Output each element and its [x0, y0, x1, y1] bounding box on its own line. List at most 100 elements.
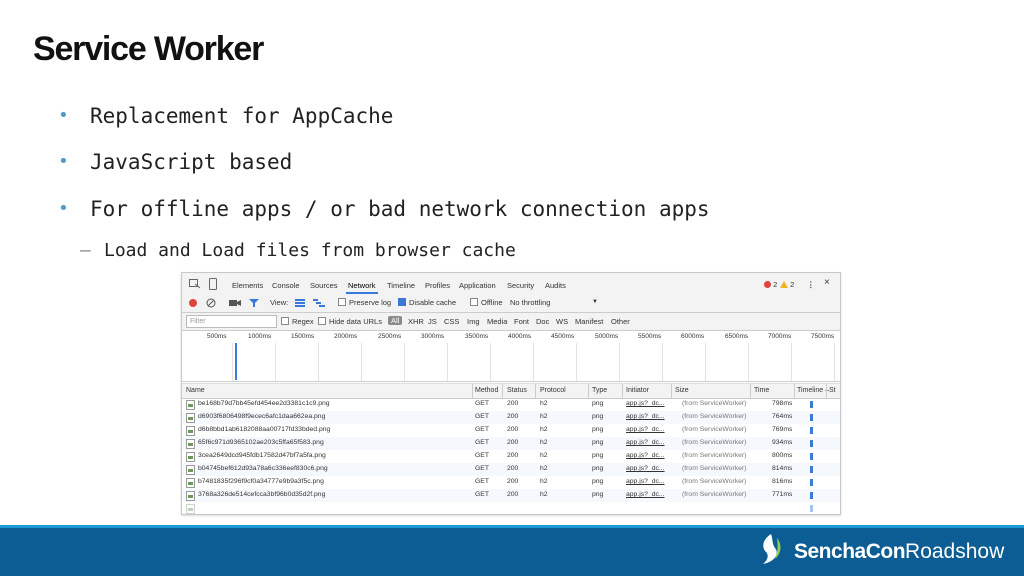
large-rows-icon[interactable]: [295, 299, 305, 307]
column-initiator[interactable]: Initiator: [626, 387, 649, 394]
tick-label: 7000ms: [768, 333, 792, 340]
table-row[interactable]: 65f6c971d9365102ae203c5ffa65f583.png GET…: [182, 437, 840, 450]
filter-type-ws[interactable]: WS: [556, 317, 568, 326]
filter-type-img[interactable]: Img: [467, 317, 480, 326]
column-protocol[interactable]: Protocol: [540, 387, 566, 394]
clear-icon[interactable]: [206, 298, 216, 308]
column-divider: [794, 384, 795, 398]
tab-network[interactable]: Network: [346, 281, 378, 294]
filter-type-doc[interactable]: Doc: [536, 317, 549, 326]
filter-type-js[interactable]: JS: [428, 317, 437, 326]
cell-time: 934ms: [772, 439, 793, 446]
tick-label: 3000ms: [421, 333, 445, 340]
tab-application[interactable]: Application: [459, 281, 496, 290]
column-type[interactable]: Type: [592, 387, 607, 394]
warning-count[interactable]: 2: [780, 280, 794, 289]
close-icon[interactable]: ×: [824, 277, 830, 288]
table-row[interactable]: b7481835f296f9cf0a34777e9b9a3f5c.png GET…: [182, 476, 840, 489]
device-icon[interactable]: [209, 278, 217, 290]
tab-security[interactable]: Security: [507, 281, 534, 290]
cell-time: 771ms: [772, 491, 793, 498]
column-status[interactable]: Status: [507, 387, 527, 394]
more-icon[interactable]: ⋮: [807, 280, 815, 289]
grid-line: [318, 343, 319, 381]
table-row[interactable]: d6903f6806498f9ecec6afc1daa662ea.png GET…: [182, 411, 840, 424]
disable-cache-checkbox[interactable]: Disable cache: [398, 298, 456, 307]
filter-type-other[interactable]: Other: [611, 317, 630, 326]
table-row[interactable]: d6b8bbd1ab6182088aa00717fd33bded.png GET…: [182, 424, 840, 437]
tab-profiles[interactable]: Profiles: [425, 281, 450, 290]
tab-audits[interactable]: Audits: [545, 281, 566, 290]
cell-initiator[interactable]: app.js?_dc...: [626, 439, 665, 446]
tab-console[interactable]: Console: [272, 281, 300, 290]
tab-timeline[interactable]: Timeline: [387, 281, 415, 290]
inspect-icon[interactable]: [189, 279, 201, 289]
grid-line: [361, 343, 362, 381]
offline-checkbox[interactable]: Offline: [470, 298, 503, 307]
cell-initiator[interactable]: app.js?_dc...: [626, 426, 665, 433]
bullet-text: JavaScript based: [90, 150, 293, 174]
cell-type: png: [592, 491, 604, 498]
timeline-overview[interactable]: 500ms 1000ms 1500ms 2000ms 2500ms 3000ms…: [182, 331, 840, 382]
filter-type-xhr[interactable]: XHR: [408, 317, 424, 326]
cell-size: (from ServiceWorker): [682, 478, 747, 485]
filter-type-all[interactable]: All: [388, 316, 403, 325]
cell-initiator[interactable]: app.js?_dc...: [626, 413, 665, 420]
throttling-select[interactable]: No throttling: [510, 298, 550, 307]
sub-bullet-text: Load and Load files from browser cache: [104, 240, 516, 261]
waterfall-icon[interactable]: [313, 299, 325, 307]
table-row[interactable]: 3cea2649dcd945fdb17582d47bf7a5fa.png GET…: [182, 450, 840, 463]
cell-type: png: [592, 478, 604, 485]
cell-time: 816ms: [772, 478, 793, 485]
grid-line: [576, 343, 577, 381]
filter-input[interactable]: Filter: [186, 315, 277, 328]
tab-sources[interactable]: Sources: [310, 281, 338, 290]
chevron-down-icon[interactable]: ▼: [592, 299, 598, 305]
file-image-icon: [186, 452, 195, 462]
cell-status: 200: [507, 439, 519, 446]
cell-time: 814ms: [772, 465, 793, 472]
camera-icon[interactable]: [229, 299, 241, 307]
grid-line: [533, 343, 534, 381]
cell-size: (from ServiceWorker): [682, 413, 747, 420]
sencha-logo: [763, 534, 781, 564]
cell-time: 769ms: [772, 426, 793, 433]
column-st[interactable]: St: [829, 387, 836, 394]
preserve-log-checkbox[interactable]: Preserve log: [338, 298, 391, 307]
filter-type-media[interactable]: Media: [487, 317, 507, 326]
bullet-text: For offline apps / or bad network connec…: [90, 197, 710, 221]
warning-icon: [780, 281, 788, 288]
filter-icon[interactable]: [249, 298, 259, 308]
filter-type-css[interactable]: CSS: [444, 317, 459, 326]
error-count[interactable]: 2: [764, 280, 777, 289]
table-row[interactable]: 3768a326de514cefcca3bf96b0d35d2f.png GET…: [182, 489, 840, 502]
cell-name: b7481835f296f9cf0a34777e9b9a3f5c.png: [198, 478, 324, 485]
hide-data-urls-checkbox[interactable]: Hide data URLs: [318, 317, 382, 326]
record-icon[interactable]: [189, 299, 197, 307]
column-name[interactable]: Name: [186, 387, 205, 394]
table-row[interactable]: be168b79d7bb45efd454ee2d3381c1c9.png GET…: [182, 398, 840, 411]
column-time[interactable]: Time: [754, 387, 769, 394]
column-size[interactable]: Size: [675, 387, 689, 394]
cell-initiator[interactable]: app.js?_dc...: [626, 478, 665, 485]
cell-name: b04745bef612d93a78a6c336eef830c6.png: [198, 465, 328, 472]
footer-accent-band: [0, 525, 1024, 528]
cell-method: GET: [475, 478, 489, 485]
tab-elements[interactable]: Elements: [232, 281, 263, 290]
filter-type-font[interactable]: Font: [514, 317, 529, 326]
column-timeline[interactable]: Timeline –: [797, 387, 829, 394]
cell-initiator[interactable]: app.js?_dc...: [626, 465, 665, 472]
cell-initiator[interactable]: app.js?_dc...: [626, 400, 665, 407]
cell-name: 3768a326de514cefcca3bf96b0d35d2f.png: [198, 491, 326, 498]
column-method[interactable]: Method: [475, 387, 498, 394]
tick-label: 6500ms: [725, 333, 749, 340]
cell-initiator[interactable]: app.js?_dc...: [626, 491, 665, 498]
filter-type-manifest[interactable]: Manifest: [575, 317, 603, 326]
cell-initiator[interactable]: app.js?_dc...: [626, 452, 665, 459]
regex-checkbox[interactable]: Regex: [281, 317, 314, 326]
cell-method: GET: [475, 400, 489, 407]
table-row[interactable]: b04745bef612d93a78a6c336eef830c6.png GET…: [182, 463, 840, 476]
grid-line: [404, 343, 405, 381]
table-row-partial[interactable]: [182, 502, 840, 514]
tick-label: 3500ms: [465, 333, 489, 340]
